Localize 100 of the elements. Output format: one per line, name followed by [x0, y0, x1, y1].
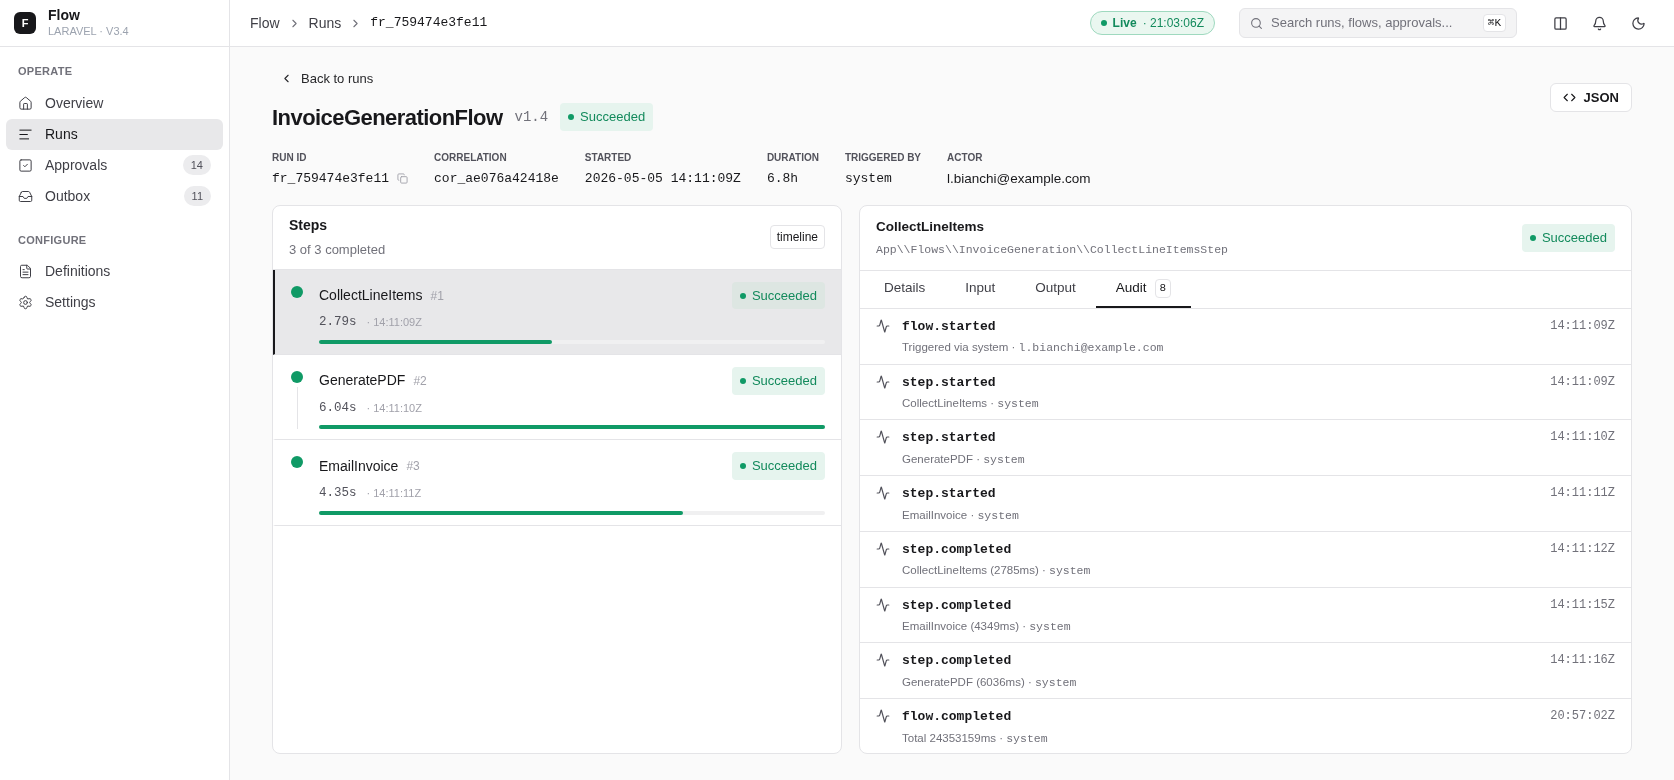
count-badge: 11	[183, 185, 211, 207]
status-badge: Succeeded	[731, 367, 825, 395]
run-title: InvoiceGenerationFlow	[272, 103, 503, 132]
activity-icon	[876, 318, 890, 333]
columns-icon[interactable]	[1553, 15, 1568, 31]
count-badge: 14	[182, 154, 211, 176]
search-icon	[1250, 16, 1263, 30]
breadcrumb[interactable]: Runs	[308, 12, 342, 34]
audit-detail: GeneratePDF (6036ms) · system	[902, 674, 1078, 691]
audit-event: step.completed	[902, 596, 1013, 615]
step-duration: 2.79s	[319, 314, 357, 332]
class-path: App\\Flows\\InvoiceGeneration\\CollectLineItemsStep	[876, 242, 1228, 259]
notifications-icon[interactable]	[1592, 15, 1607, 31]
search-input[interactable]: Search runs, flows, approvals...	[1271, 13, 1475, 33]
audit-time: 14:11:15Z	[1550, 596, 1615, 614]
tab[interactable]: Output	[1015, 270, 1096, 308]
audit-time: 20:57:02Z	[1550, 708, 1615, 725]
logo: F	[14, 12, 36, 34]
nav-item[interactable]: Outbox 11	[6, 180, 223, 212]
lines-icon	[18, 126, 33, 142]
activity-icon	[876, 486, 890, 500]
step-name: CollectLineItems	[319, 286, 423, 305]
step-row[interactable]: CollectLineItems #1 Succeeded 2.79s · 14:11:09Z	[273, 269, 841, 355]
nav-item[interactable]: Overview	[6, 87, 223, 119]
run-version: v1.4	[514, 107, 549, 127]
nav-item[interactable]: Settings	[6, 287, 223, 318]
activity-icon	[876, 430, 890, 445]
step-name: EmailInvoice	[319, 456, 399, 476]
step-time: · 14:11:09Z	[366, 315, 422, 331]
audit-time: 14:11:12Z	[1550, 540, 1615, 558]
tab[interactable]: Input	[945, 270, 1016, 308]
meta-value: fr_759474e3fe11	[272, 169, 390, 188]
step-number: #1	[430, 287, 444, 305]
meta-value: cor_ae076a42418e	[434, 169, 559, 188]
nav-item[interactable]: Definitions	[6, 256, 223, 287]
checkbox-icon	[18, 157, 33, 173]
status-badge: Succeeded	[560, 103, 654, 131]
panel-title: Steps	[289, 216, 329, 235]
meta-label: CORRELATION	[434, 150, 508, 165]
meta-label: ACTOR	[947, 150, 984, 165]
meta-label: DURATION	[766, 150, 819, 165]
json-button[interactable]: JSON	[1549, 83, 1632, 112]
settings-icon	[18, 295, 33, 310]
activity-icon	[876, 597, 890, 612]
code-icon	[1562, 91, 1576, 104]
app-version: LARAVEL · V3.4	[48, 24, 129, 39]
step-row[interactable]: GeneratePDF #2 Succeeded 6.04s · 14:11:10Z	[273, 355, 841, 441]
meta-label: RUN ID	[272, 150, 308, 165]
section-heading: CONFIGURE	[17, 232, 88, 248]
audit-time: 14:11:16Z	[1550, 652, 1615, 670]
meta-value: 2026-05-05 14:11:09Z	[584, 169, 741, 188]
breadcrumb: fr_759474e3fe11	[370, 14, 488, 33]
audit-time: 14:11:09Z	[1550, 317, 1615, 335]
audit-detail: EmailInvoice · system	[902, 507, 1020, 524]
status-badge: Succeeded	[731, 452, 825, 480]
inbox-icon	[18, 188, 33, 204]
panel-subtitle: 3 of 3 completed	[289, 241, 386, 259]
meta-label: STARTED	[584, 150, 633, 165]
step-name: GeneratePDF	[319, 371, 406, 391]
step-number: #2	[413, 372, 427, 390]
breadcrumb[interactable]: Flow	[250, 12, 280, 34]
status-badge: Succeeded	[731, 281, 825, 310]
meta-value: l.bianchi@example.com	[947, 169, 1091, 188]
meta-label: TRIGGERED BY	[844, 150, 922, 165]
activity-icon	[876, 709, 890, 723]
audit-event: step.completed	[902, 540, 1013, 559]
status-badge: Succeeded	[1521, 224, 1615, 252]
audit-detail: CollectLineItems · system	[902, 396, 1040, 412]
meta-value: 6.8h	[766, 169, 799, 188]
step-duration: 4.35s	[319, 484, 357, 502]
audit-event: step.started	[902, 429, 997, 448]
document-icon	[18, 264, 33, 279]
audit-detail: CollectLineItems (2785ms) · system	[902, 563, 1092, 580]
audit-detail: GeneratePDF · system	[902, 451, 1026, 468]
step-duration: 6.04s	[319, 399, 357, 417]
audit-event: step.completed	[902, 652, 1013, 671]
activity-icon	[876, 374, 890, 389]
search-bar[interactable]: Search runs, flows, approvals... ⌘K	[1239, 8, 1517, 38]
step-time: · 14:11:11Z	[366, 485, 422, 501]
audit-detail: Total 24353159ms · system	[902, 730, 1049, 747]
audit-event: step.started	[902, 373, 997, 392]
activity-icon	[876, 541, 890, 556]
nav-item[interactable]: Approvals 14	[6, 149, 223, 181]
view-toggle[interactable]: timeline	[769, 225, 825, 250]
step-row[interactable]: EmailInvoice #3 Succeeded 4.35s · 14:11:11Z	[273, 440, 841, 526]
shortcut-key: ⌘K	[1482, 13, 1506, 33]
step-number: #3	[406, 458, 420, 475]
step-time: · 14:11:10Z	[366, 400, 422, 416]
tab[interactable]: Audit 8	[1095, 270, 1192, 308]
section-heading: OPERATE	[17, 64, 74, 79]
audit-detail: Triggered via system · l.bianchi@example.com	[902, 340, 1165, 357]
tab-count: 8	[1154, 279, 1172, 298]
tab[interactable]: Details	[864, 270, 946, 308]
activity-icon	[876, 653, 890, 668]
back-link[interactable]: Back to runs	[280, 69, 654, 89]
meta-value: system	[844, 169, 892, 188]
audit-time: 14:11:11Z	[1550, 485, 1615, 502]
dark-mode-icon[interactable]	[1631, 15, 1646, 31]
audit-event: flow.started	[902, 317, 997, 336]
nav-item[interactable]: Runs	[6, 118, 223, 150]
